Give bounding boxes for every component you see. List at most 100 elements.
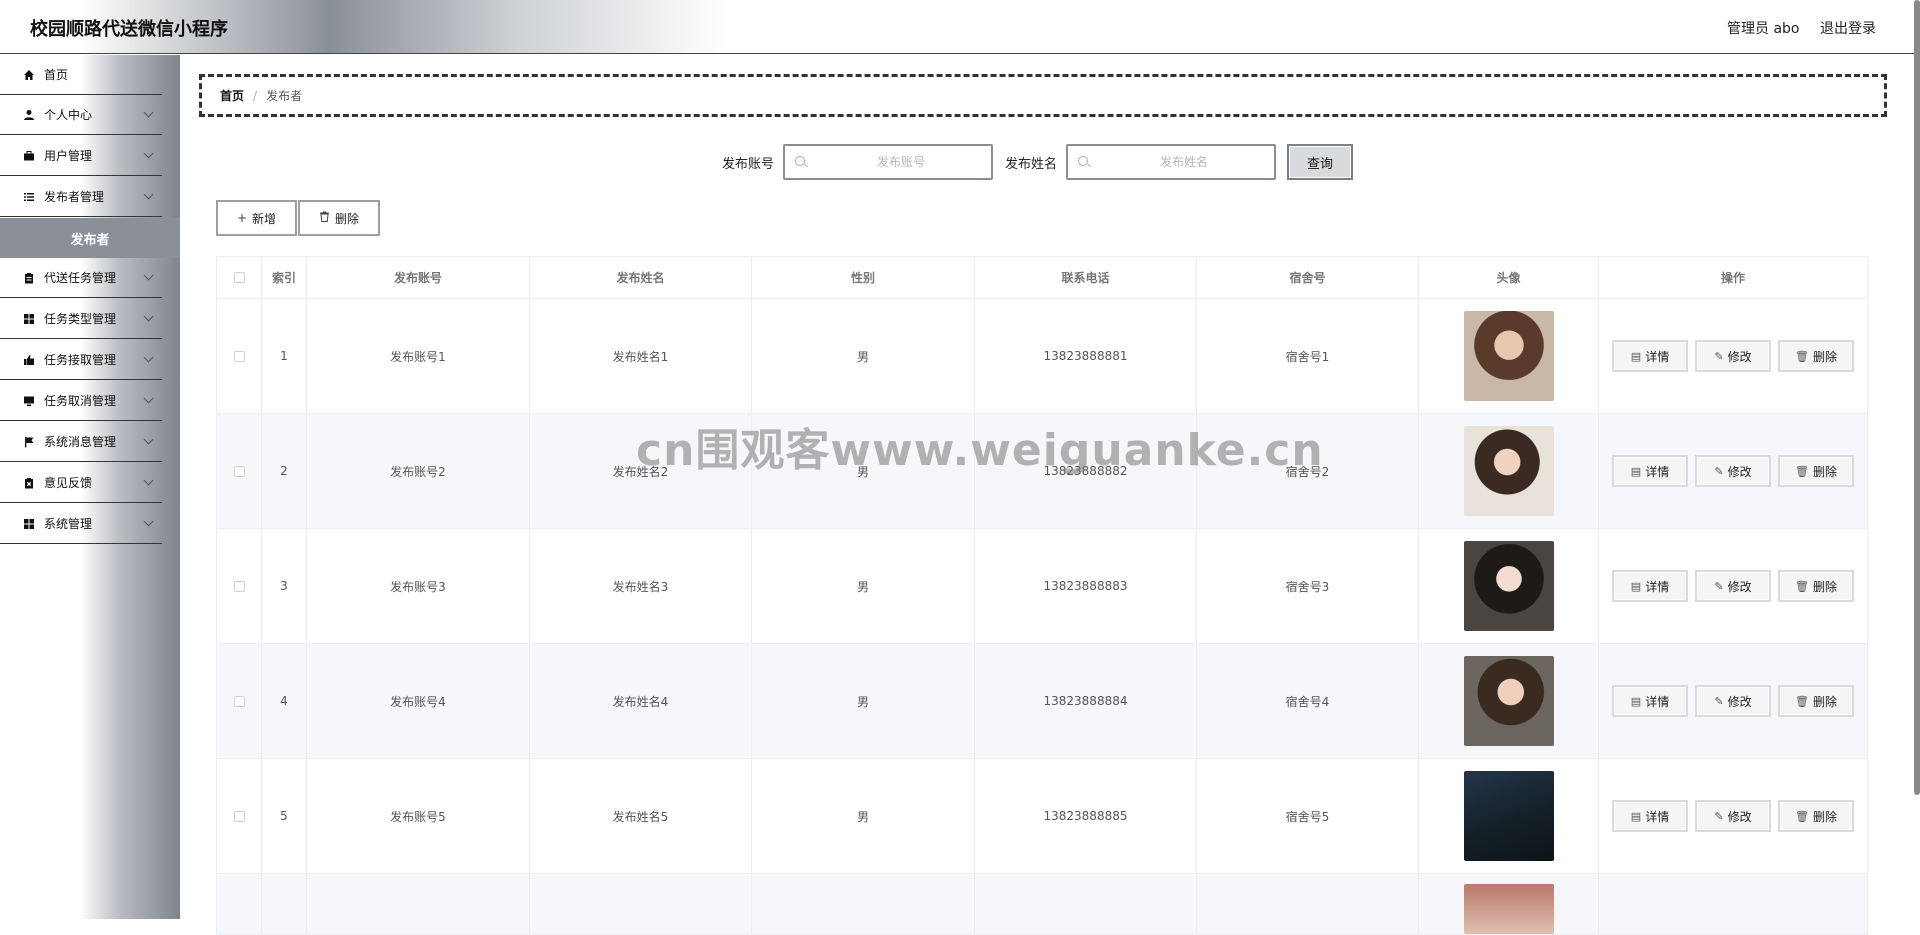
sidebar-subitem-publisher[interactable]: 发布者: [0, 218, 180, 258]
row-select-cell: [217, 299, 262, 413]
delete-button[interactable]: 🗑 删除: [1778, 685, 1854, 717]
flag-icon: [22, 435, 36, 449]
avatar-image: [1463, 884, 1554, 934]
col-header-avatar: 头像: [1419, 257, 1599, 298]
delete-label: 删除: [1812, 694, 1837, 709]
cell-index: 5: [262, 759, 307, 873]
logout-link[interactable]: 退出登录: [1820, 18, 1876, 38]
pencil-icon: ✎: [1714, 579, 1724, 593]
chevron-down-icon: [143, 189, 154, 200]
cell-gender: 男: [752, 529, 975, 643]
row-checkbox[interactable]: [233, 465, 245, 477]
sidebar-item-label: 任务接取管理: [44, 353, 117, 367]
delete-button[interactable]: 🗑 删除: [1778, 340, 1854, 372]
sidebar-item-system-mgmt[interactable]: 系统管理: [0, 504, 162, 544]
publisher-table: 索引 发布账号 发布姓名 性别 联系电话 宿舍号 头像 操作 1 发布账号1 发…: [216, 256, 1868, 935]
cell-operations: ▤ 详情 ✎ 修改 🗑 删除: [1599, 529, 1867, 643]
cell-index: 1: [262, 299, 307, 413]
batch-delete-button[interactable]: 删除: [298, 200, 380, 236]
top-header: 校园顺路代送微信小程序 管理员 abo 退出登录: [0, 0, 1914, 54]
home-icon: [22, 68, 36, 82]
chevron-down-icon: [143, 311, 154, 322]
sidebar-item-home[interactable]: 首页: [0, 55, 162, 95]
delete-label: 删除: [1812, 464, 1837, 479]
sidebar-item-task-types[interactable]: 任务类型管理: [0, 299, 162, 339]
sidebar-item-label: 任务取消管理: [44, 394, 117, 408]
cell-index: 2: [262, 414, 307, 528]
row-checkbox[interactable]: [233, 350, 245, 362]
row-checkbox[interactable]: [233, 580, 245, 592]
delete-button[interactable]: 🗑 删除: [1778, 455, 1854, 487]
account-search-input[interactable]: [811, 146, 991, 178]
edit-button[interactable]: ✎ 修改: [1695, 570, 1771, 602]
col-header-name: 发布姓名: [530, 257, 752, 298]
account-search-label: 发布账号: [722, 157, 775, 172]
search-icon: [795, 156, 805, 166]
row-checkbox[interactable]: [233, 810, 245, 822]
delete-button[interactable]: 🗑 删除: [1778, 800, 1854, 832]
pencil-icon: ✎: [1714, 809, 1724, 823]
sidebar-item-publisher-mgmt[interactable]: 发布者管理: [0, 177, 162, 217]
edit-button[interactable]: ✎ 修改: [1695, 800, 1771, 832]
sidebar-item-users[interactable]: 用户管理: [0, 136, 162, 176]
detail-label: 详情: [1645, 349, 1670, 364]
grid-icon: [22, 312, 36, 326]
briefcase-icon: [22, 149, 36, 163]
cell-operations: ▤ 详情 ✎ 修改 🗑 删除: [1599, 299, 1867, 413]
cell-account: 发布账号5: [307, 759, 530, 873]
clipboard-icon: [22, 271, 36, 285]
cell-index: 3: [262, 529, 307, 643]
sidebar-item-system-messages[interactable]: 系统消息管理: [0, 422, 162, 462]
detail-button[interactable]: ▤ 详情: [1612, 340, 1688, 372]
account-search-field[interactable]: [783, 144, 993, 180]
document-icon: ▤: [1630, 809, 1642, 823]
sidebar-item-profile[interactable]: 个人中心: [0, 95, 162, 135]
delete-label: 删除: [1812, 349, 1837, 364]
table-row: 1 发布账号1 发布姓名1 男 13823888881 宿舍号1 ▤ 详情 ✎ 修改…: [217, 299, 1867, 414]
table-row: 3 发布账号3 发布姓名3 男 13823888883 宿舍号3 ▤ 详情 ✎ 修改…: [217, 529, 1867, 644]
detail-button[interactable]: ▤ 详情: [1612, 800, 1688, 832]
sidebar-item-label: 发布者管理: [44, 190, 105, 204]
name-search-field[interactable]: [1066, 144, 1276, 180]
avatar-image: [1463, 771, 1554, 861]
cell-operations: [1599, 874, 1867, 934]
sidebar-subitem-label: 发布者: [70, 232, 110, 248]
cell-account: [307, 874, 530, 934]
cell-index: [262, 874, 307, 934]
cell-account: 发布账号4: [307, 644, 530, 758]
sidebar-item-feedback[interactable]: 意见反馈: [0, 463, 162, 503]
detail-button[interactable]: ▤ 详情: [1612, 455, 1688, 487]
sidebar-item-delivery-tasks[interactable]: 代送任务管理: [0, 258, 162, 298]
breadcrumb-separator: /: [253, 88, 258, 103]
detail-button[interactable]: ▤ 详情: [1612, 570, 1688, 602]
sidebar-item-label: 系统管理: [44, 517, 93, 531]
sidebar-item-task-accept[interactable]: 任务接取管理: [0, 340, 162, 380]
query-button[interactable]: 查询: [1287, 144, 1353, 180]
detail-button[interactable]: ▤ 详情: [1612, 685, 1688, 717]
row-checkbox[interactable]: [233, 695, 245, 707]
avatar-image: [1463, 656, 1554, 746]
sidebar-item-task-cancel[interactable]: 任务取消管理: [0, 381, 162, 421]
chevron-down-icon: [143, 270, 154, 281]
edit-button[interactable]: ✎ 修改: [1695, 455, 1771, 487]
monitor-icon: [22, 394, 36, 408]
chevron-down-icon: [143, 107, 154, 118]
scrollbar-thumb[interactable]: [1914, 0, 1920, 795]
trash-icon: 🗑: [1795, 349, 1809, 363]
delete-button[interactable]: 🗑 删除: [1778, 570, 1854, 602]
select-all-cell: [217, 257, 262, 298]
trash-icon: [319, 211, 330, 225]
cell-avatar: [1419, 644, 1599, 758]
edit-button[interactable]: ✎ 修改: [1695, 340, 1771, 372]
select-all-checkbox[interactable]: [233, 272, 245, 283]
cell-dorm: 宿舍号3: [1197, 529, 1419, 643]
row-select-cell: [217, 414, 262, 528]
edit-button[interactable]: ✎ 修改: [1695, 685, 1771, 717]
cell-avatar: [1419, 874, 1599, 934]
name-search-input[interactable]: [1094, 146, 1274, 178]
breadcrumb-home[interactable]: 首页: [220, 87, 244, 104]
cell-avatar: [1419, 759, 1599, 873]
cell-operations: ▤ 详情 ✎ 修改 🗑 删除: [1599, 414, 1867, 528]
cell-phone: 13823888882: [975, 414, 1197, 528]
add-button[interactable]: + 新增: [216, 200, 297, 236]
